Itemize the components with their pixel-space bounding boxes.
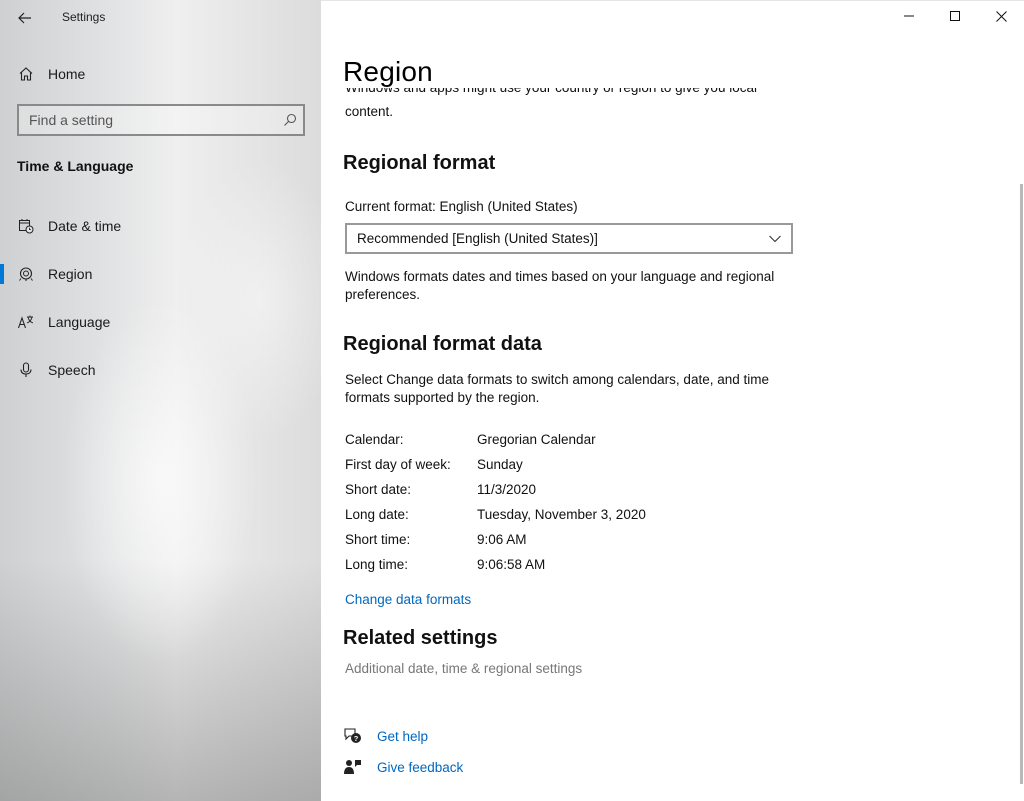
language-icon — [17, 313, 35, 331]
data-row-value: Tuesday, November 3, 2020 — [477, 507, 646, 522]
data-row-value: Gregorian Calendar — [477, 432, 596, 447]
sidebar-item-label: Home — [48, 66, 86, 82]
close-button[interactable] — [978, 0, 1024, 32]
give-feedback-link[interactable]: Give feedback — [377, 760, 463, 775]
additional-settings-link[interactable]: Additional date, time & regional setting… — [345, 661, 582, 676]
search-box — [17, 104, 305, 136]
sidebar-item-region[interactable]: Region — [0, 254, 321, 294]
intro-text-partial: Windows and apps might use your country … — [345, 88, 815, 102]
current-format-label: Current format: English (United States) — [345, 199, 578, 214]
search-icon[interactable] — [277, 106, 303, 134]
calendar-clock-icon — [17, 217, 35, 235]
sidebar-item-label: Region — [48, 266, 93, 282]
maximize-button[interactable] — [932, 0, 978, 32]
data-row-key: Short date: — [345, 482, 412, 497]
dropdown-value: Recommended [English (United States)] — [357, 231, 598, 246]
intro-text-partial-line: Windows and apps might use your country … — [345, 88, 815, 97]
sidebar-item-label: Language — [48, 314, 111, 330]
intro-text-end: content. — [345, 104, 394, 119]
data-row-key: Short time: — [345, 532, 411, 547]
regional-format-description: Windows formats dates and times based on… — [345, 269, 775, 302]
sidebar-item-home[interactable]: Home — [0, 54, 321, 94]
data-row-short-date: Short date: 11/3/2020 — [345, 482, 536, 507]
data-row-key: Long time: — [345, 557, 409, 572]
regional-format-heading: Regional format — [343, 152, 496, 174]
data-row-key: First day of week: — [345, 457, 451, 472]
app-title: Settings — [62, 10, 106, 24]
search-input[interactable] — [19, 106, 277, 134]
data-row-value: 9:06 AM — [477, 532, 527, 547]
data-row-value: 9:06:58 AM — [477, 557, 546, 572]
data-row-long-time: Long time: 9:06:58 AM — [345, 557, 545, 582]
minimize-icon — [904, 15, 914, 17]
data-row-long-date: Long date: Tuesday, November 3, 2020 — [345, 507, 646, 532]
data-row-key: Calendar: — [345, 432, 404, 447]
maximize-icon — [950, 11, 960, 21]
get-help-row[interactable]: ? Get help — [343, 726, 428, 746]
sidebar-item-date-time[interactable]: Date & time — [0, 206, 321, 246]
chevron-down-icon — [769, 235, 781, 242]
globe-icon — [17, 265, 35, 283]
scrollbar[interactable] — [1020, 184, 1023, 784]
sidebar-item-language[interactable]: Language — [0, 302, 321, 342]
section-header: Time & Language — [17, 158, 134, 174]
regional-format-data-heading: Regional format data — [343, 333, 542, 355]
related-settings-heading: Related settings — [343, 627, 498, 649]
minimize-button[interactable] — [886, 0, 932, 32]
home-icon — [17, 65, 35, 83]
page-title: Region — [343, 56, 433, 87]
data-row-calendar: Calendar: Gregorian Calendar — [345, 432, 596, 457]
data-row-value: Sunday — [477, 457, 523, 472]
back-button[interactable] — [10, 6, 40, 30]
give-feedback-row[interactable]: Give feedback — [343, 757, 463, 777]
data-row-key: Long date: — [345, 507, 409, 522]
svg-text:?: ? — [354, 734, 359, 743]
sidebar-item-label: Date & time — [48, 218, 122, 234]
regional-format-dropdown[interactable]: Recommended [English (United States)] — [345, 223, 793, 254]
close-icon — [995, 10, 1007, 22]
feedback-icon — [343, 757, 363, 777]
data-row-first-day: First day of week: Sunday — [345, 457, 523, 482]
data-row-value: 11/3/2020 — [477, 482, 537, 497]
format-data-description: Select Change data formats to switch amo… — [345, 372, 769, 405]
sidebar: Settings Home Time & Language Date & tim… — [0, 0, 321, 801]
help-chat-icon: ? — [343, 726, 363, 746]
microphone-icon — [17, 361, 35, 379]
main-pane: Region Windows and apps might use your c… — [321, 0, 1024, 801]
get-help-link[interactable]: Get help — [377, 729, 428, 744]
data-row-short-time: Short time: 9:06 AM — [345, 532, 527, 557]
sidebar-item-label: Speech — [48, 362, 96, 378]
back-arrow-icon — [18, 12, 31, 24]
change-data-formats-link[interactable]: Change data formats — [345, 592, 471, 607]
window-controls — [886, 0, 1024, 32]
sidebar-item-speech[interactable]: Speech — [0, 350, 321, 390]
